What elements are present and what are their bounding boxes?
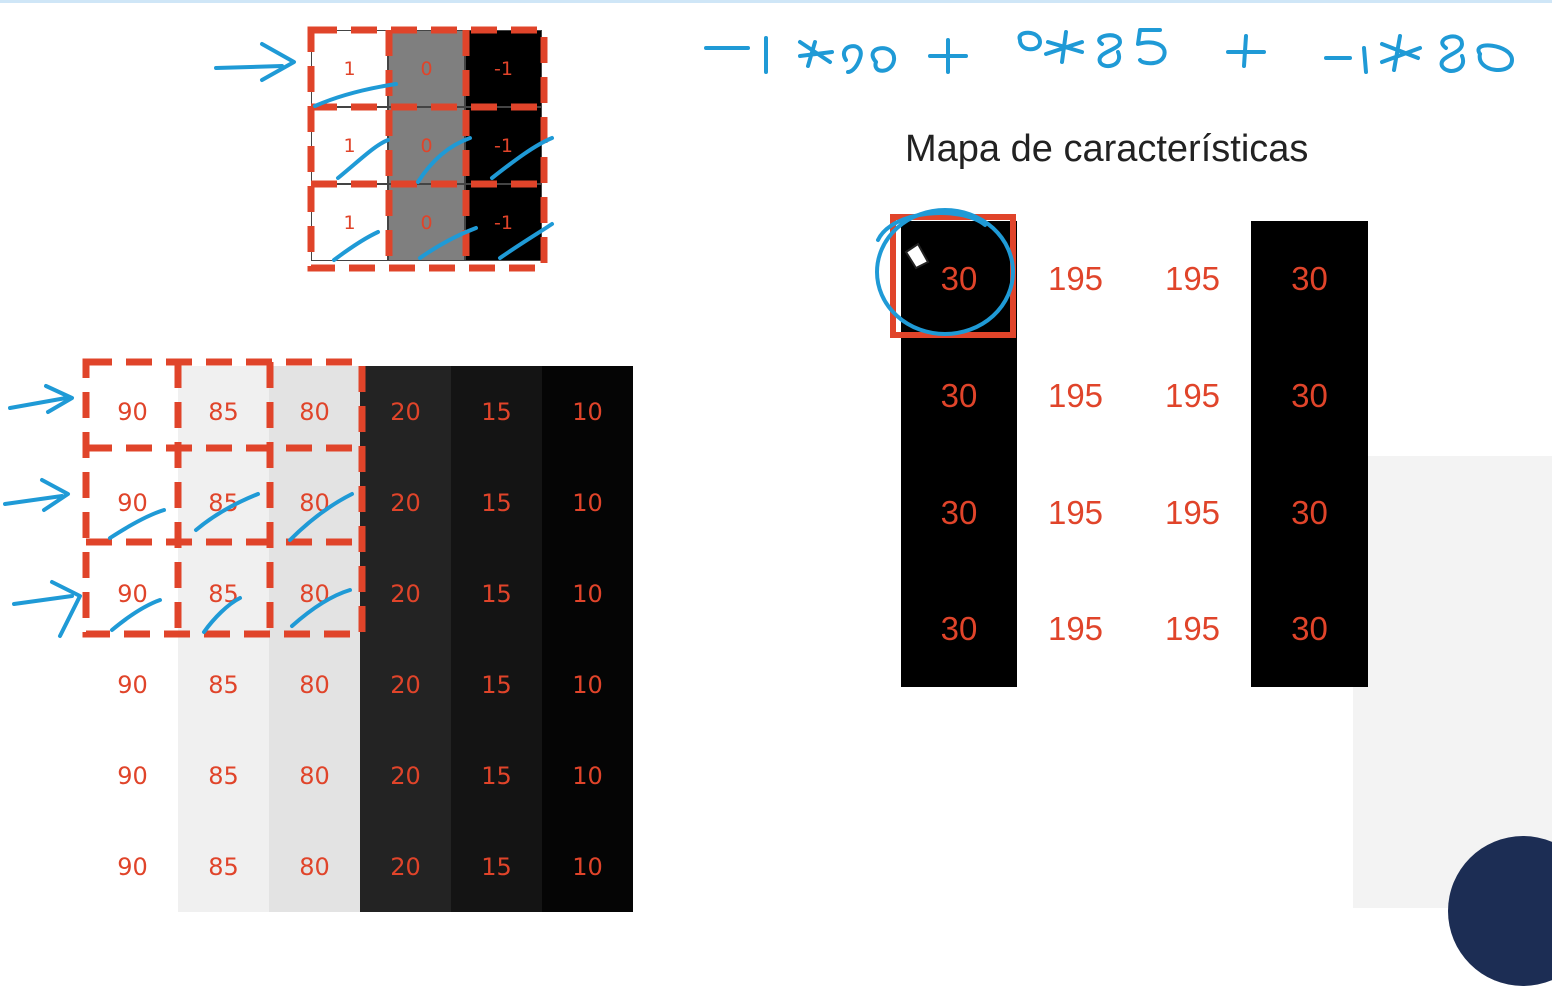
handwritten-term-3 — [1324, 34, 1514, 74]
handwritten-plus-1 — [928, 38, 968, 74]
cursor-pencil-icon — [904, 242, 930, 270]
handwritten-plus-2 — [1226, 34, 1266, 68]
arrow-to-image-row-2 — [3, 478, 70, 512]
arrow-to-image-row-1 — [8, 384, 74, 414]
feature-map-first-cell-highlight — [890, 214, 1016, 338]
arrow-to-kernel-row — [214, 42, 296, 82]
feature-map-circle-annotation — [875, 208, 1015, 336]
annotation-layer — [3, 26, 1514, 638]
kernel-dashed-outline — [307, 26, 548, 272]
receptive-field-dashed-outline — [82, 358, 366, 638]
handwritten-term-1 — [704, 36, 896, 74]
arrow-to-image-row-3 — [12, 580, 82, 638]
image-check-marks — [108, 492, 354, 634]
handwritten-term-2 — [1017, 28, 1167, 69]
